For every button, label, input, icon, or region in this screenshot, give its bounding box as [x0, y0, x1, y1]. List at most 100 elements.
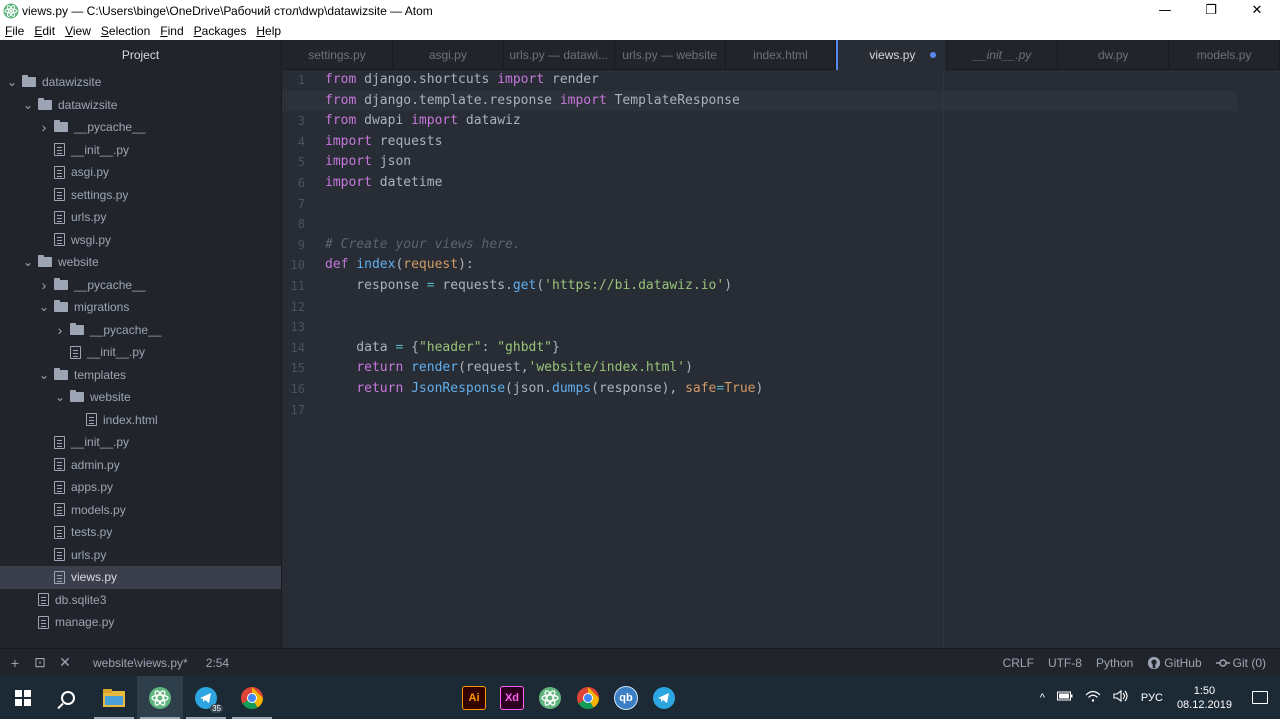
menu-view[interactable]: View — [60, 24, 96, 38]
taskbar-illustrator[interactable]: Ai — [455, 676, 493, 719]
code-line[interactable]: ​ — [325, 317, 1225, 338]
volume-icon[interactable] — [1107, 689, 1135, 705]
maximize-button[interactable]: ❐ — [1188, 0, 1234, 21]
status-git[interactable]: Git (0) — [1215, 656, 1266, 670]
terminal-icon[interactable]: ⊡ — [30, 654, 50, 671]
start-button[interactable] — [0, 676, 45, 719]
modified-dot-icon[interactable] — [930, 52, 937, 58]
tree-file[interactable]: asgi.py — [0, 161, 281, 184]
add-icon[interactable]: + — [5, 655, 25, 671]
menu-file[interactable]: File — [0, 24, 29, 38]
taskbar-adobe-xd[interactable]: Xd — [493, 676, 531, 719]
code-line[interactable]: return JsonResponse(json.dumps(response)… — [325, 379, 1225, 400]
code-line[interactable]: return render(request,'website/index.htm… — [325, 358, 1225, 379]
input-language-indicator[interactable]: РУС — [1135, 692, 1169, 704]
code-line[interactable]: # Create your views here. — [325, 235, 1225, 256]
minimize-button[interactable]: — — [1142, 0, 1188, 21]
tree-file[interactable]: __init__.py — [0, 431, 281, 454]
menu-packages[interactable]: Packages — [189, 24, 252, 38]
code-token: dumps — [552, 380, 592, 396]
tree-file[interactable]: views.py — [0, 566, 281, 589]
taskbar-atom[interactable] — [137, 676, 183, 719]
editor-tab[interactable]: models.py — [1169, 40, 1280, 70]
battery-icon[interactable] — [1051, 691, 1079, 704]
tree-file[interactable]: apps.py — [0, 476, 281, 499]
file-icon — [54, 165, 65, 179]
wifi-icon[interactable] — [1079, 690, 1107, 705]
clock[interactable]: 1:50 08.12.2019 — [1169, 684, 1240, 712]
code-line[interactable]: data = {"header": "ghbdt"} — [325, 338, 1225, 359]
status-line-ending[interactable]: CRLF — [1003, 656, 1034, 670]
status-encoding[interactable]: UTF-8 — [1048, 656, 1082, 670]
code-line[interactable]: ​ — [325, 194, 1225, 215]
menu-help[interactable]: Help — [251, 24, 286, 38]
code-line[interactable]: import datetime — [325, 173, 1225, 194]
code-line[interactable]: ​ — [325, 400, 1225, 421]
search-button[interactable] — [45, 676, 91, 719]
editor-tab[interactable]: dw.py — [1058, 40, 1170, 70]
code-line[interactable]: from django.template.response import Tem… — [282, 90, 1237, 112]
taskbar-atom-pinned[interactable] — [531, 676, 569, 719]
action-center-button[interactable] — [1240, 676, 1280, 719]
taskbar-telegram-pinned[interactable] — [645, 676, 683, 719]
code-area[interactable]: from django.shortcuts import render from … — [282, 70, 1237, 421]
tree-folder[interactable]: › __pycache__ — [0, 319, 281, 342]
file-icon — [54, 458, 65, 472]
tree-folder[interactable]: ⌄ templates — [0, 364, 281, 387]
tree-file[interactable]: urls.py — [0, 206, 281, 229]
code-line[interactable]: from django.shortcuts import render — [325, 70, 1225, 91]
tree-item-label: asgi.py — [71, 165, 110, 180]
tree-folder[interactable]: › __pycache__ — [0, 274, 281, 297]
tree-file[interactable]: __init__.py — [0, 139, 281, 162]
taskbar-telegram[interactable]: 35 — [183, 676, 229, 719]
tree-folder[interactable]: ⌄ website — [0, 251, 281, 274]
close-icon[interactable]: ✕ — [55, 654, 75, 671]
editor-tab[interactable]: __init__.py — [947, 40, 1059, 70]
editor-tab[interactable]: asgi.py — [393, 40, 504, 70]
editor-tab[interactable]: index.html — [726, 40, 837, 70]
code-line[interactable]: import json — [325, 152, 1225, 173]
taskbar-file-explorer[interactable] — [91, 676, 137, 719]
code-line[interactable]: from dwapi import datawiz — [325, 111, 1225, 132]
menu-selection[interactable]: Selection — [96, 24, 155, 38]
status-github[interactable]: GitHub — [1147, 656, 1202, 670]
code-line[interactable]: def index(request): — [325, 255, 1225, 276]
editor-tab[interactable]: urls.py — website — [615, 40, 726, 70]
code-line[interactable]: ​ — [325, 214, 1225, 235]
editor-tab[interactable]: views.py — [836, 40, 948, 70]
tree-file[interactable]: tests.py — [0, 521, 281, 544]
menu-edit[interactable]: Edit — [29, 24, 60, 38]
tree-file[interactable]: db.sqlite3 — [0, 589, 281, 612]
taskbar-chrome[interactable] — [229, 676, 275, 719]
taskbar-chrome-pinned[interactable] — [569, 676, 607, 719]
taskbar-qbittorrent[interactable]: qb — [607, 676, 645, 719]
menu-find[interactable]: Find — [155, 24, 188, 38]
title-bar: views.py — C:\Users\binge\OneDrive\Рабоч… — [0, 0, 1280, 21]
code-line[interactable]: import requests — [325, 132, 1225, 153]
close-window-button[interactable]: ✕ — [1234, 0, 1280, 21]
tree-file[interactable]: wsgi.py — [0, 229, 281, 252]
tree-file[interactable]: __init__.py — [0, 341, 281, 364]
code-editor[interactable]: 1234567891011121314151617 from django.sh… — [282, 70, 1280, 648]
chevron-down-icon: ⌄ — [22, 255, 34, 270]
tree-file[interactable]: admin.py — [0, 454, 281, 477]
tab-label: asgi.py — [428, 48, 467, 62]
code-line[interactable]: ​ — [325, 297, 1225, 318]
tray-overflow-chevron[interactable]: ^ — [1034, 692, 1051, 704]
editor-tab[interactable]: urls.py — datawi... — [504, 40, 615, 70]
tree-folder[interactable]: ⌄ datawizsite — [0, 94, 281, 117]
tree-folder[interactable]: › __pycache__ — [0, 116, 281, 139]
tree-file[interactable]: manage.py — [0, 611, 281, 634]
tree-file[interactable]: urls.py — [0, 544, 281, 567]
code-line[interactable]: response = requests.get('https://bi.data… — [325, 276, 1225, 297]
tree-folder[interactable]: ⌄ datawizsite — [0, 71, 281, 94]
tree-file[interactable]: index.html — [0, 409, 281, 432]
tree-folder[interactable]: ⌄ website — [0, 386, 281, 409]
tree-folder[interactable]: ⌄ migrations — [0, 296, 281, 319]
status-cursor-position[interactable]: 2:54 — [206, 656, 229, 670]
status-file-path[interactable]: website\views.py* — [93, 656, 188, 670]
status-grammar[interactable]: Python — [1096, 656, 1133, 670]
editor-tab[interactable]: settings.py — [282, 40, 393, 70]
tree-file[interactable]: settings.py — [0, 184, 281, 207]
tree-file[interactable]: models.py — [0, 499, 281, 522]
